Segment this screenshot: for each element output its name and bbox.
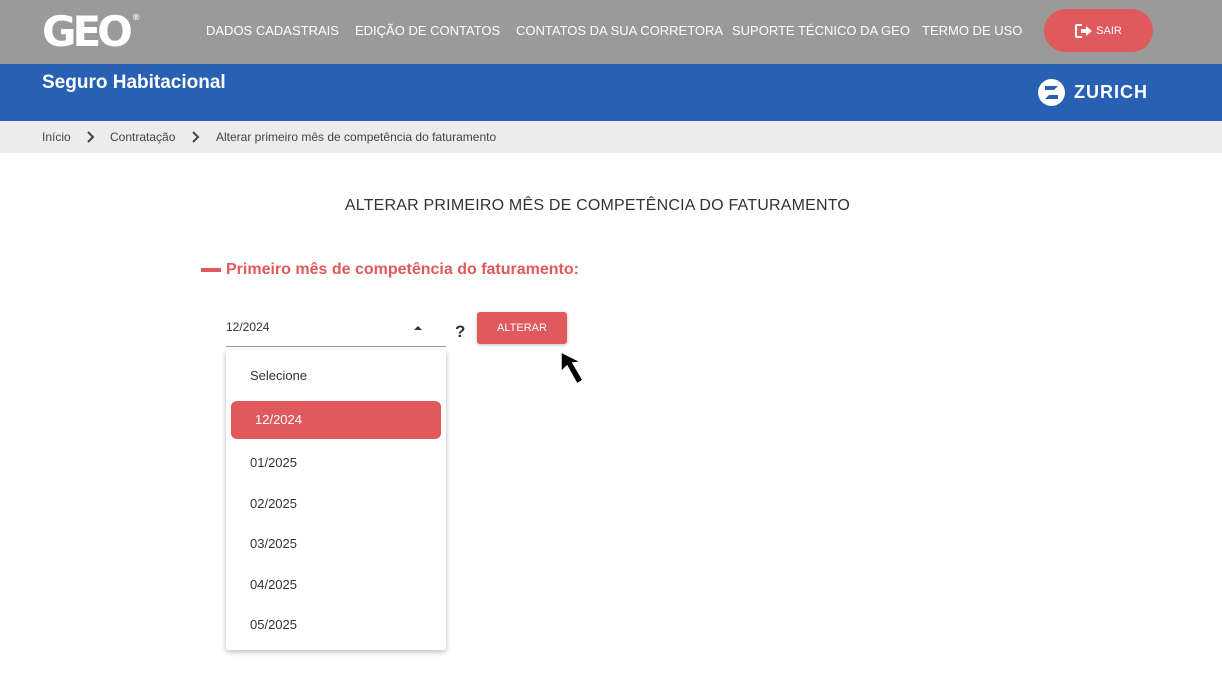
breadcrumb-current: Alterar primeiro mês de competência do f…	[216, 130, 497, 144]
breadcrumb-contratacao[interactable]: Contratação	[110, 130, 175, 144]
logout-button[interactable]: SAIR	[1044, 9, 1153, 52]
section-accent-bar	[201, 268, 221, 272]
option-selecione[interactable]: Selecione	[250, 368, 307, 383]
option-04-2025[interactable]: 04/2025	[250, 577, 297, 592]
zurich-logo-icon	[1038, 79, 1065, 106]
nav-item-dados-cadastrais[interactable]: DADOS CADASTRAIS	[206, 23, 339, 38]
zurich-logo-text: ZURICH	[1074, 82, 1148, 102]
option-03-2025[interactable]: 03/2025	[250, 536, 297, 551]
nav-item-contatos-da-corretora[interactable]: CONTATOS DA SUA CORRETORA	[516, 23, 723, 38]
page-title: Seguro Habitacional	[42, 72, 226, 93]
caret-up-icon	[414, 326, 422, 330]
nav-item-suporte-tecnico[interactable]: SUPORTE TÉCNICO DA GEO	[732, 23, 910, 38]
select-current-value: 12/2024	[226, 320, 270, 334]
nav-item-edicao-de-contatos[interactable]: EDIÇÃO DE CONTATOS	[355, 23, 500, 38]
option-05-2025[interactable]: 05/2025	[250, 617, 297, 632]
alterar-button[interactable]: ALTERAR	[477, 312, 567, 344]
billing-month-dropdown: Selecione 12/2024 01/2025 02/2025 03/202…	[226, 350, 446, 650]
nav-item-termo-de-uso[interactable]: TERMO DE USO	[922, 23, 1022, 38]
billing-month-select[interactable]: 12/2024	[226, 314, 446, 347]
help-icon[interactable]: ?	[455, 322, 465, 342]
product-header: Seguro Habitacional ZURICH	[0, 64, 1222, 121]
section-title: Primeiro mês de competência do faturamen…	[226, 261, 579, 278]
logout-icon	[1075, 23, 1093, 38]
top-navigation-bar: GEO ® DADOS CADASTRAIS EDIÇÃO DE CONTATO…	[0, 0, 1222, 64]
option-selected-label: 12/2024	[255, 412, 302, 427]
geo-logo[interactable]: GEO ®	[42, 10, 140, 54]
option-01-2025[interactable]: 01/2025	[250, 455, 297, 470]
breadcrumb: Início Contratação Alterar primeiro mês …	[0, 121, 1222, 153]
breadcrumb-inicio[interactable]: Início	[42, 130, 71, 144]
mouse-pointer-icon	[560, 350, 585, 386]
option-selected[interactable]: 12/2024	[231, 401, 441, 439]
geo-logo-text: GEO	[42, 7, 133, 56]
zurich-logo: ZURICH	[1038, 79, 1148, 106]
section-header: Primeiro mês de competência do faturamen…	[201, 261, 579, 279]
chevron-right-icon	[192, 131, 200, 143]
chevron-right-icon	[87, 131, 95, 143]
page-heading: ALTERAR PRIMEIRO MÊS DE COMPETÊNCIA DO F…	[344, 197, 851, 214]
registered-mark: ®	[132, 12, 140, 22]
option-02-2025[interactable]: 02/2025	[250, 496, 297, 511]
logout-label: SAIR	[1096, 24, 1122, 37]
